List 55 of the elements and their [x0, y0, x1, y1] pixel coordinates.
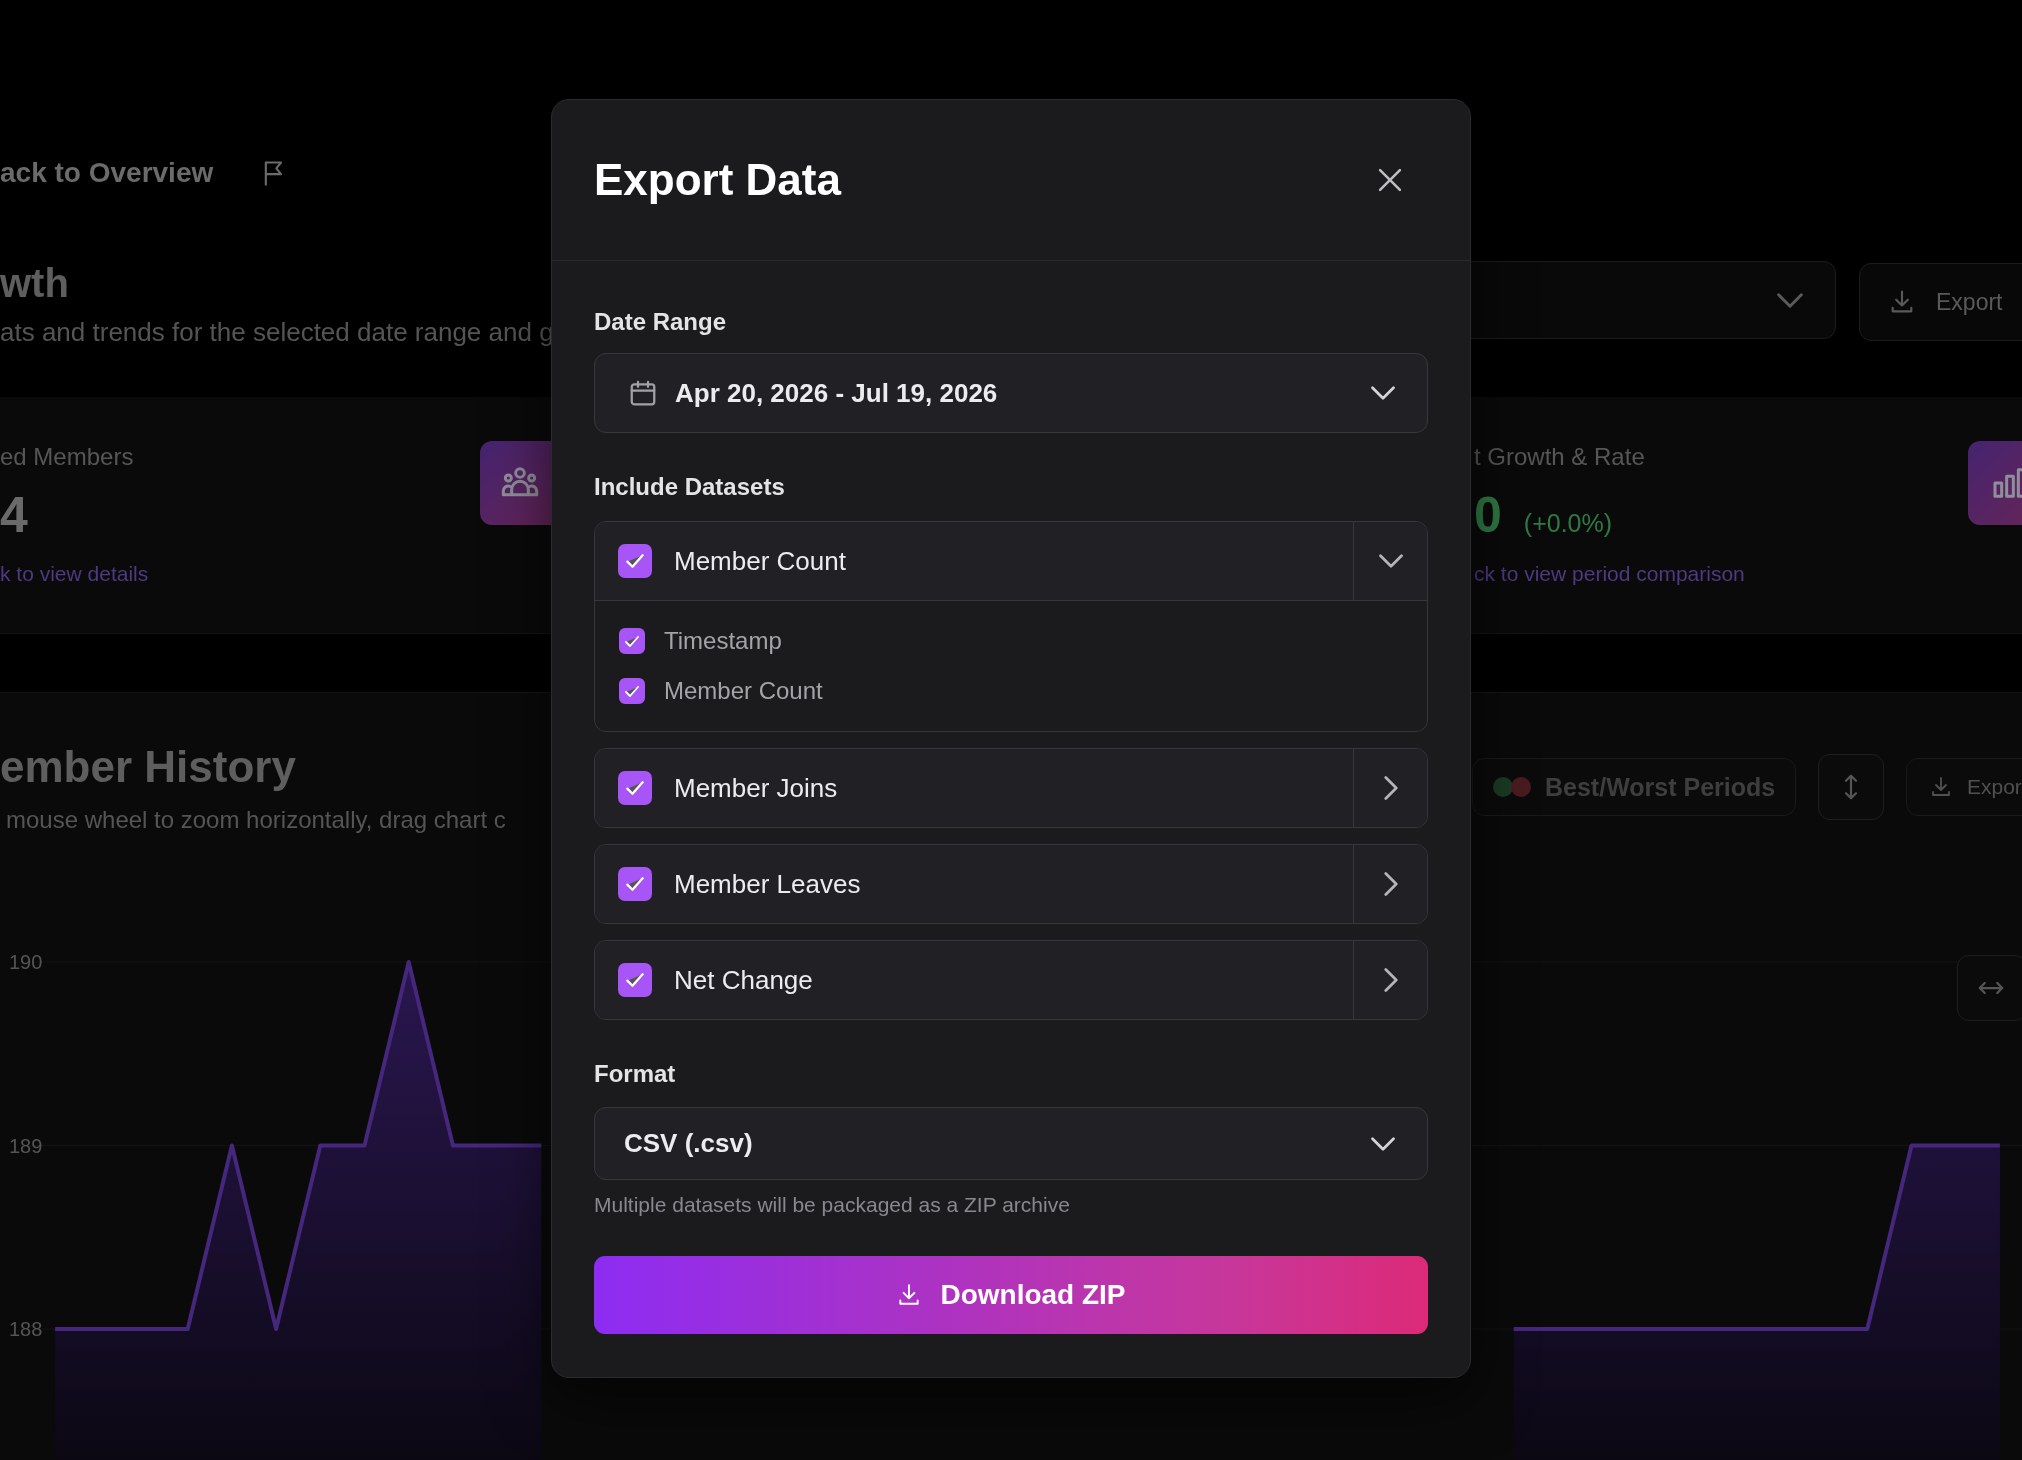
chevron-down-icon — [1371, 1136, 1395, 1151]
checkbox[interactable] — [618, 544, 652, 578]
field-label: Format — [594, 1061, 677, 1087]
chevron-down-icon — [1378, 554, 1403, 568]
axis-label: 188 — [9, 1318, 43, 1340]
checkbox[interactable] — [619, 678, 645, 704]
calendar-icon — [628, 378, 658, 408]
chevron-right-icon — [1383, 968, 1398, 992]
download-button[interactable]: Download ZIP — [594, 1256, 1428, 1334]
export-button[interactable]: Export — [1859, 263, 2022, 341]
dialog-title: Export Data — [594, 155, 841, 205]
check-icon — [626, 973, 644, 987]
download-icon — [1929, 775, 1953, 799]
axis-label: 190 — [9, 951, 43, 973]
axis-label: 189 — [9, 1134, 43, 1157]
format-select[interactable]: CSV (.csv) — [594, 1107, 1428, 1180]
pan-button[interactable] — [1957, 955, 2022, 1021]
stat-label: t Growth & Rate — [1474, 443, 1646, 471]
checkbox[interactable] — [618, 867, 652, 901]
field-label: Include Datasets — [594, 474, 786, 500]
details-link[interactable]: ck to view period comparison — [1474, 561, 1968, 587]
check-icon — [625, 685, 639, 697]
check-icon — [626, 554, 644, 568]
details-link[interactable]: k to view details — [0, 561, 480, 587]
stat-value: 0 — [1474, 487, 1502, 543]
chevron-down-icon — [1371, 386, 1395, 400]
date-range-select[interactable]: Apr 20, 2026 - Jul 19, 2026 — [594, 353, 1428, 433]
field-name: Timestamp — [664, 627, 782, 655]
worst-period-dot — [1511, 777, 1531, 797]
hint-text: Multiple datasets will be packaged as a ZIP archive — [594, 1193, 1071, 1217]
checkbox[interactable] — [618, 963, 652, 997]
dataset-label: Member Joins — [674, 772, 838, 804]
check-icon — [625, 635, 639, 647]
page-title: wth — [0, 261, 70, 305]
stat-change: (+0.0%) — [1523, 509, 1613, 538]
best-period-dot — [1493, 777, 1513, 797]
field-label: Date Range — [594, 309, 728, 335]
chevron-right-icon — [1383, 776, 1398, 800]
check-icon — [626, 781, 644, 795]
dataset-label: Net Change — [674, 964, 813, 996]
chevron-down-icon — [1777, 292, 1803, 308]
back-link[interactable]: ack to Overview — [0, 157, 214, 189]
chart-hint: mouse wheel to zoom horizontally, drag chart c — [6, 806, 506, 834]
chart-title: ember History — [0, 742, 297, 792]
stat-label: ed Members — [0, 443, 135, 471]
stat-value: 4 — [0, 487, 28, 543]
check-icon — [626, 877, 644, 891]
chevron-right-icon — [1383, 872, 1398, 896]
checkbox[interactable] — [619, 628, 645, 654]
dataset-label: Member Leaves — [674, 868, 861, 900]
field-name: Member Count — [664, 677, 823, 705]
checkbox[interactable] — [618, 771, 652, 805]
export-button[interactable]: Expor — [1906, 758, 2022, 816]
resize-button[interactable] — [1818, 754, 1884, 820]
dataset-label: Member Count — [674, 545, 846, 577]
